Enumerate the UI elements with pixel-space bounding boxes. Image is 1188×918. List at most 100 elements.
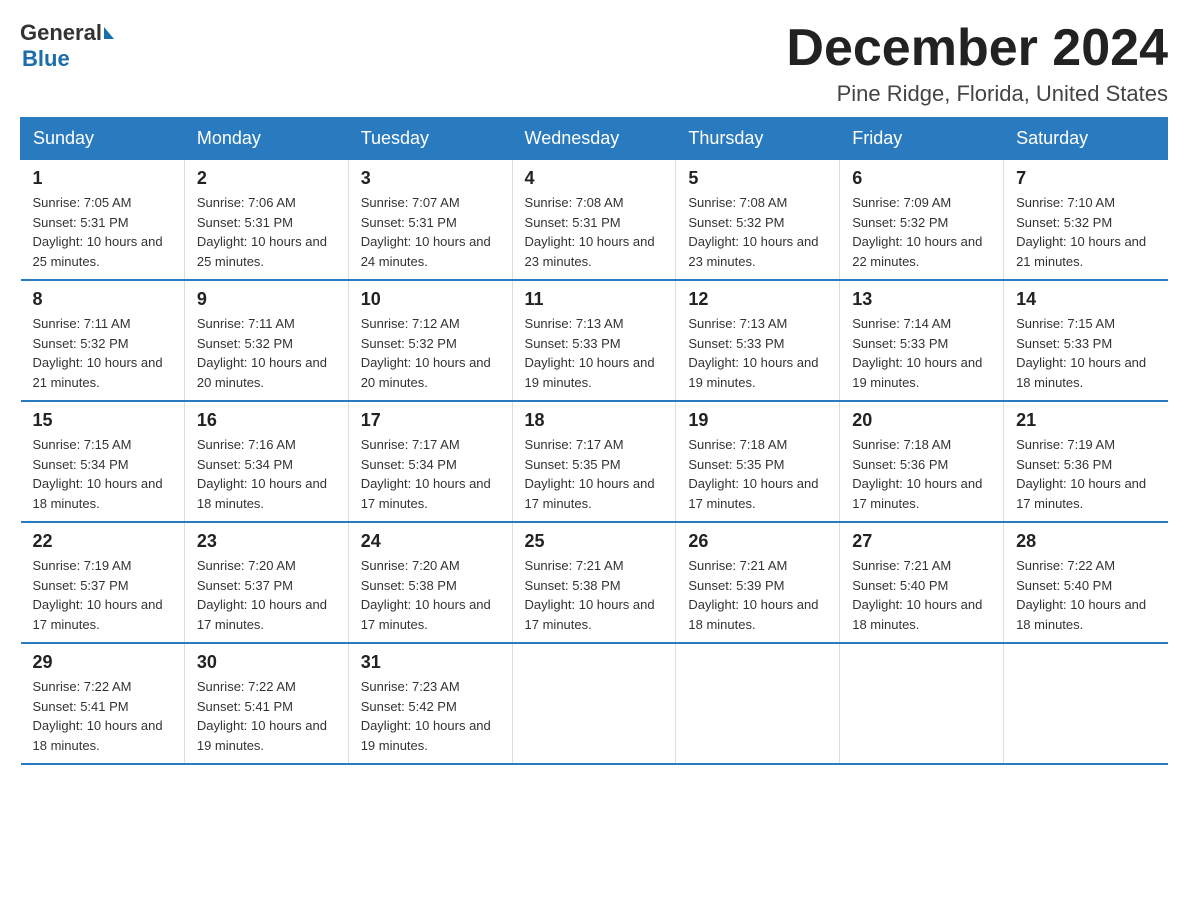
header-cell-monday: Monday [184, 118, 348, 160]
day-number: 1 [33, 168, 172, 189]
logo-arrow-icon [104, 27, 114, 39]
day-info: Sunrise: 7:18 AMSunset: 5:36 PMDaylight:… [852, 435, 991, 513]
daylight-text: Daylight: 10 hours and 17 minutes. [525, 597, 655, 632]
day-number: 2 [197, 168, 336, 189]
day-info: Sunrise: 7:06 AMSunset: 5:31 PMDaylight:… [197, 193, 336, 271]
day-info: Sunrise: 7:19 AMSunset: 5:37 PMDaylight:… [33, 556, 172, 634]
day-info: Sunrise: 7:22 AM Sunset: 5:41 PM Daylight:… [197, 677, 336, 755]
day-info: Sunrise: 7:21 AMSunset: 5:40 PMDaylight:… [852, 556, 991, 634]
day-info: Sunrise: 7:23 AMSunset: 5:42 PMDaylight:… [361, 677, 500, 755]
sunset-text: Sunset: 5:34 PM [361, 457, 457, 472]
sunrise-text: Sunrise: 7:05 AM [33, 195, 132, 210]
day-number: 6 [852, 168, 991, 189]
day-cell-17: 17Sunrise: 7:17 AMSunset: 5:34 PMDayligh… [348, 401, 512, 522]
sunset-text: Sunset: 5:38 PM [361, 578, 457, 593]
day-cell-empty [840, 643, 1004, 764]
sunset-text: Sunset: 5:34 PM [33, 457, 129, 472]
header-cell-saturday: Saturday [1004, 118, 1168, 160]
sunrise-text: Sunrise: 7:22 AM [33, 679, 132, 694]
day-info: Sunrise: 7:20 AMSunset: 5:38 PMDaylight:… [361, 556, 500, 634]
daylight-text: Daylight: 10 hours and 17 minutes. [361, 597, 491, 632]
title-section: December 2024 Pine Ridge, Florida, Unite… [786, 20, 1168, 107]
day-number: 26 [688, 531, 827, 552]
sunset-text: Sunset: 5:32 PM [361, 336, 457, 351]
day-cell-empty [1004, 643, 1168, 764]
header-cell-thursday: Thursday [676, 118, 840, 160]
day-cell-8: 8Sunrise: 7:11 AMSunset: 5:32 PMDaylight… [21, 280, 185, 401]
daylight-text: Daylight: 10 hours and 20 minutes. [197, 355, 327, 390]
day-number: 28 [1016, 531, 1155, 552]
daylight-text: Daylight: 10 hours and 17 minutes. [361, 476, 491, 511]
sunrise-text: Sunrise: 7:19 AM [1016, 437, 1115, 452]
sunrise-text: Sunrise: 7:12 AM [361, 316, 460, 331]
logo: General Blue [20, 20, 115, 72]
sunset-text: Sunset: 5:36 PM [852, 457, 948, 472]
day-cell-21: 21 Sunrise: 7:19 AMSunset: 5:36 PMDayligh… [1004, 401, 1168, 522]
day-info: Sunrise: 7:11 AMSunset: 5:32 PMDaylight:… [197, 314, 336, 392]
sunrise-text: Sunrise: 7:13 AM [525, 316, 624, 331]
day-info: Sunrise: 7:12 AMSunset: 5:32 PMDaylight:… [361, 314, 500, 392]
day-info: Sunrise: 7:14 AMSunset: 5:33 PMDaylight:… [852, 314, 991, 392]
day-number: 7 [1016, 168, 1155, 189]
daylight-text: Daylight: 10 hours and 19 minutes. [525, 355, 655, 390]
day-number: 30 [197, 652, 336, 673]
sunrise-text: Sunrise: 7:23 AM [361, 679, 460, 694]
sunrise-text: Sunrise: 7:13 AM [688, 316, 787, 331]
daylight-text: Daylight: 10 hours and 23 minutes. [688, 234, 818, 269]
header-cell-friday: Friday [840, 118, 1004, 160]
week-row-1: 1 Sunrise: 7:05 AM Sunset: 5:31 PM Daylight… [21, 160, 1168, 281]
day-cell-31: 31 Sunrise: 7:23 AMSunset: 5:42 PMDayligh… [348, 643, 512, 764]
day-cell-28: 28Sunrise: 7:22 AMSunset: 5:40 PMDayligh… [1004, 522, 1168, 643]
day-number: 31 [361, 652, 500, 673]
sunrise-text: Sunrise: 7:15 AM [1016, 316, 1115, 331]
sunset-text: Sunset: 5:32 PM [852, 215, 948, 230]
sunset-text: Sunset: 5:33 PM [688, 336, 784, 351]
sunset-text: Sunset: 5:34 PM [197, 457, 293, 472]
day-cell-1: 1Sunrise: 7:05 AMSunset: 5:31 PMDaylight… [21, 160, 185, 281]
sunset-text: Sunset: 5:32 PM [197, 336, 293, 351]
sunrise-text: Sunrise: 7:22 AM [197, 679, 296, 694]
day-number: 4 [525, 168, 664, 189]
day-number: 3 [361, 168, 500, 189]
daylight-text: Daylight: 10 hours and 19 minutes. [197, 718, 327, 753]
header-cell-sunday: Sunday [21, 118, 185, 160]
sunrise-text: Sunrise: 7:21 AM [525, 558, 624, 573]
day-number: 20 [852, 410, 991, 431]
sunrise-text: Sunrise: 7:17 AM [525, 437, 624, 452]
sunrise-text: Sunrise: 7:19 AM [33, 558, 132, 573]
sunrise-text: Sunrise: 7:18 AM [688, 437, 787, 452]
sunset-text: Sunset: 5:31 PM [361, 215, 457, 230]
sunrise-text: Sunrise: 7:07 AM [361, 195, 460, 210]
day-cell-16: 16Sunrise: 7:16 AMSunset: 5:34 PMDayligh… [184, 401, 348, 522]
day-info: Sunrise: 7:21 AMSunset: 5:38 PMDaylight:… [525, 556, 664, 634]
day-info: Sunrise: 7:21 AMSunset: 5:39 PMDaylight:… [688, 556, 827, 634]
sunset-text: Sunset: 5:40 PM [852, 578, 948, 593]
sunset-text: Sunset: 5:33 PM [852, 336, 948, 351]
day-number: 14 [1016, 289, 1155, 310]
daylight-text: Daylight: 10 hours and 17 minutes. [525, 476, 655, 511]
sunset-text: Sunset: 5:32 PM [1016, 215, 1112, 230]
daylight-text: Daylight: 10 hours and 19 minutes. [688, 355, 818, 390]
sunset-text: Sunset: 5:37 PM [197, 578, 293, 593]
week-row-2: 8Sunrise: 7:11 AMSunset: 5:32 PMDaylight… [21, 280, 1168, 401]
day-cell-empty [512, 643, 676, 764]
day-cell-3: 3Sunrise: 7:07 AMSunset: 5:31 PMDaylight… [348, 160, 512, 281]
day-info: Sunrise: 7:08 AMSunset: 5:31 PMDaylight:… [525, 193, 664, 271]
daylight-text: Daylight: 10 hours and 17 minutes. [1016, 476, 1146, 511]
calendar-title: December 2024 [786, 20, 1168, 77]
day-info: Sunrise: 7:18 AMSunset: 5:35 PMDaylight:… [688, 435, 827, 513]
day-cell-10: 10Sunrise: 7:12 AMSunset: 5:32 PMDayligh… [348, 280, 512, 401]
day-number: 21 [1016, 410, 1155, 431]
daylight-text: Daylight: 10 hours and 18 minutes. [1016, 597, 1146, 632]
day-cell-30: 30 Sunrise: 7:22 AM Sunset: 5:41 PM Dayligh… [184, 643, 348, 764]
day-cell-5: 5Sunrise: 7:08 AMSunset: 5:32 PMDaylight… [676, 160, 840, 281]
sunset-text: Sunset: 5:41 PM [197, 699, 293, 714]
sunrise-text: Sunrise: 7:10 AM [1016, 195, 1115, 210]
day-info: Sunrise: 7:20 AMSunset: 5:37 PMDaylight:… [197, 556, 336, 634]
sunrise-text: Sunrise: 7:14 AM [852, 316, 951, 331]
day-info: Sunrise: 7:19 AMSunset: 5:36 PMDaylight:… [1016, 435, 1155, 513]
sunset-text: Sunset: 5:41 PM [33, 699, 129, 714]
sunset-text: Sunset: 5:39 PM [688, 578, 784, 593]
day-cell-19: 19Sunrise: 7:18 AMSunset: 5:35 PMDayligh… [676, 401, 840, 522]
calendar-subtitle: Pine Ridge, Florida, United States [786, 81, 1168, 107]
